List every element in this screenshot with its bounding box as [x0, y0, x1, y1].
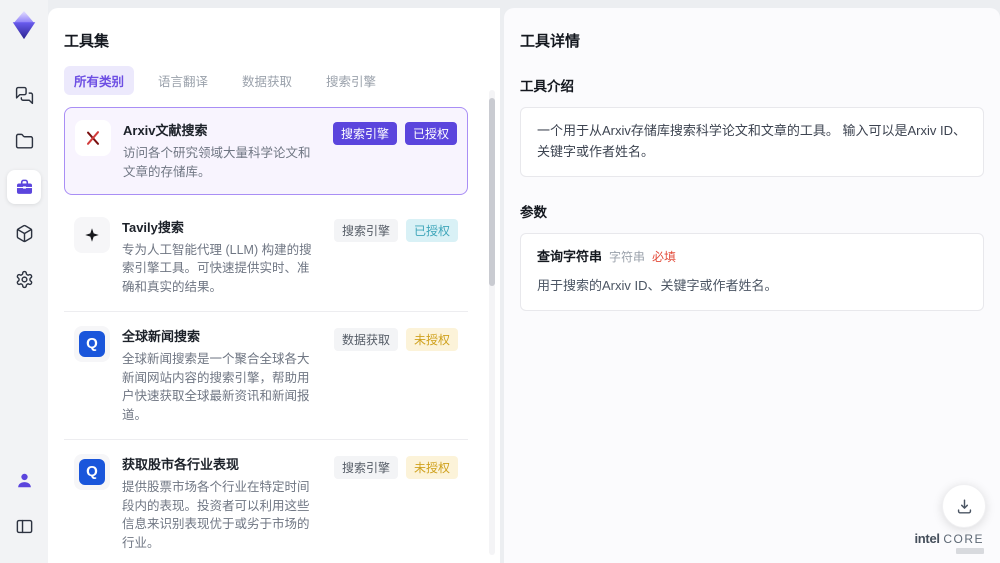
tool-card-global-news[interactable]: Q 全球新闻搜索 全球新闻搜索是一个聚合全球各大新闻网站内容的搜索引擎，帮助用户… [64, 312, 468, 440]
tab-language-translation[interactable]: 语言翻译 [148, 66, 218, 95]
tool-card-tavily[interactable]: Tavily搜索 专为人工智能代理 (LLM) 构建的搜索引擎工具。可快速提供实… [64, 203, 468, 312]
tool-badges: 搜索引擎 已授权 [333, 218, 458, 242]
param-box: 查询字符串 字符串 必填 用于搜索的Arxiv ID、关键字或作者姓名。 [520, 232, 984, 312]
tool-card-sector-performance[interactable]: Q 获取股市各行业表现 提供股票市场各个行业在特定时间段内的表现。投资者可以利用… [64, 440, 468, 563]
download-button[interactable] [942, 484, 986, 528]
intel-core-logo: intel CORE [914, 532, 984, 554]
core-text: CORE [943, 532, 984, 546]
tool-badges: 数据获取 未授权 [333, 327, 458, 351]
cube-icon[interactable] [7, 216, 41, 250]
tool-card-text: Tavily搜索 专为人工智能代理 (LLM) 构建的搜索引擎工具。可快速提供实… [122, 217, 322, 297]
nav-rail-bottom [7, 463, 41, 555]
category-tabs: 所有类别 语言翻译 数据获取 搜索引擎 [64, 66, 484, 95]
auth-status-badge: 未授权 [405, 455, 458, 479]
param-type: 字符串 [609, 249, 646, 264]
category-badge: 搜索引擎 [333, 455, 398, 479]
category-badge: 搜索引擎 [332, 122, 397, 145]
params-heading: 参数 [520, 204, 547, 220]
tool-badges: 搜索引擎 未授权 [333, 455, 458, 479]
app-logo-icon[interactable] [9, 10, 39, 42]
category-badge: 搜索引擎 [333, 218, 398, 242]
news-search-icon: Q [74, 453, 110, 490]
download-icon [957, 498, 971, 514]
app-window: { "list_panel": { "title": "工具集", "tabs"… [0, 0, 1000, 563]
param-header: 查询字符串 字符串 必填 [537, 247, 967, 268]
tool-card-text: Arxiv文献搜索 访问各个研究领域大量科学论文和文章的存储库。 [123, 120, 321, 182]
detail-title: 工具详情 [520, 33, 581, 50]
tool-name: Tavily搜索 [122, 219, 184, 235]
tool-badges: 搜索引擎 已授权 [332, 122, 457, 145]
tool-name: 获取股市各行业表现 [122, 456, 240, 472]
tool-description: 访问各个研究领域大量科学论文和文章的存储库。 [123, 146, 311, 179]
param-description: 用于搜索的Arxiv ID、关键字或作者姓名。 [537, 278, 778, 294]
param-name: 查询字符串 [537, 248, 603, 264]
tool-detail-panel: 工具详情 工具介绍 一个用于从Arxiv存储库搜索科学论文和文章的工具。 输入可… [504, 8, 1000, 563]
category-badge: 数据获取 [333, 327, 398, 351]
intel-text: intel [914, 531, 940, 546]
intel-core-wordmark: intel CORE [914, 532, 984, 545]
tool-card-text: 获取股市各行业表现 提供股票市场各个行业在特定时间段内的表现。投资者可以利用这些… [122, 454, 322, 553]
tool-name: 全球新闻搜索 [122, 328, 201, 344]
tool-card-list: Arxiv文献搜索 访问各个研究领域大量科学论文和文章的存储库。 搜索引擎 已授… [64, 107, 484, 563]
tool-card-arxiv[interactable]: Arxiv文献搜索 访问各个研究领域大量科学论文和文章的存储库。 搜索引擎 已授… [64, 107, 468, 195]
auth-status-badge: 已授权 [405, 218, 458, 242]
tool-description: 提供股票市场各个行业在特定时间段内的表现。投资者可以利用这些信息来识别表现优于或… [122, 479, 310, 550]
tool-card-text: 全球新闻搜索 全球新闻搜索是一个聚合全球各大新闻网站内容的搜索引擎，帮助用户快速… [122, 326, 322, 425]
auth-status-badge: 已授权 [404, 122, 457, 145]
list-scrollbar-thumb[interactable] [489, 98, 495, 286]
blue-q-glyph: Q [79, 458, 105, 485]
folder-icon[interactable] [7, 124, 41, 158]
page-title: 工具集 [64, 33, 110, 50]
tab-all-categories[interactable]: 所有类别 [64, 66, 135, 95]
tool-description: 专为人工智能代理 (LLM) 构建的搜索引擎工具。可快速提供实时、准确和真实的结… [122, 242, 312, 295]
toolbox-icon-active[interactable] [7, 170, 41, 204]
tool-description: 全球新闻搜索是一个聚合全球各大新闻网站内容的搜索引擎，帮助用户快速获取全球最新资… [122, 351, 310, 422]
tab-data-fetch[interactable]: 数据获取 [232, 66, 302, 95]
news-search-icon: Q [74, 325, 110, 362]
user-avatar-icon[interactable] [7, 463, 41, 497]
intro-box: 一个用于从Arxiv存储库搜索科学论文和文章的工具。 输入可以是Arxiv ID… [520, 107, 984, 177]
intro-heading: 工具介绍 [520, 79, 574, 94]
list-scrollbar[interactable] [489, 90, 495, 555]
settings-icon[interactable] [7, 262, 41, 296]
panel-toggle-icon[interactable] [7, 509, 41, 543]
brand-sub-mark [956, 548, 984, 554]
tool-name: Arxiv文献搜索 [123, 123, 208, 138]
nav-rail [0, 0, 48, 563]
arxiv-logo-icon [75, 120, 111, 156]
tab-search-engine[interactable]: 搜索引擎 [316, 66, 386, 95]
tool-list-panel: 工具集 所有类别 语言翻译 数据获取 搜索引擎 Arxiv文献搜索 访问各个研究… [48, 8, 500, 563]
auth-status-badge: 未授权 [405, 327, 458, 351]
param-required-flag: 必填 [652, 249, 677, 264]
blue-q-glyph: Q [79, 330, 105, 357]
chat-icon[interactable] [7, 78, 41, 112]
sparkle-icon [74, 216, 110, 253]
